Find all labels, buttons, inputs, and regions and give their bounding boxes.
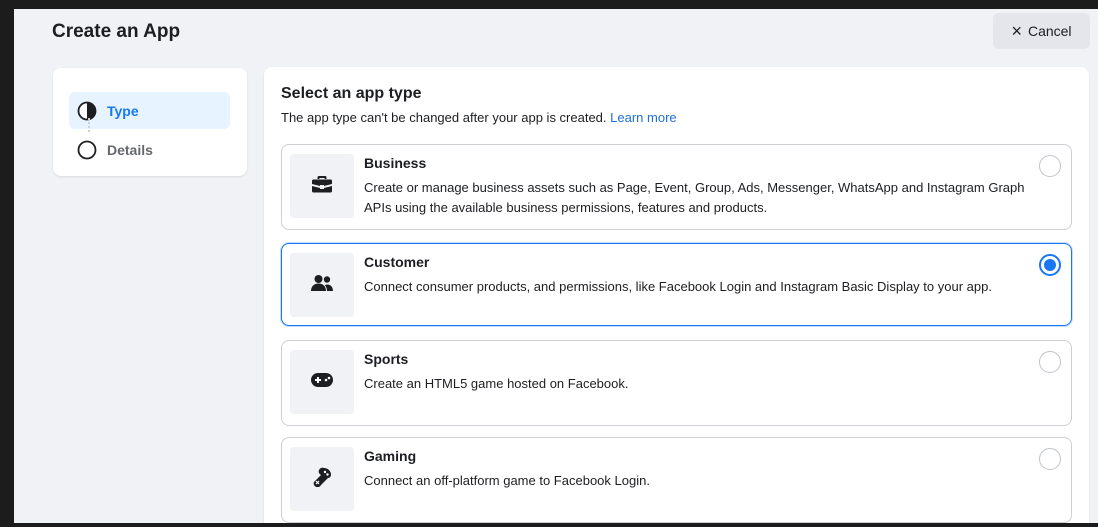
learn-more-link[interactable]: Learn more [610,110,676,125]
app-type-option-sports[interactable]: Sports Create an HTML5 game hosted on Fa… [281,340,1072,426]
dialog-header: Create an App × Cancel [14,9,1098,57]
option-icon-box [290,154,354,218]
gamepad-icon [311,372,333,392]
close-icon: × [1011,21,1022,41]
option-icon-box [290,350,354,414]
briefcase-icon [312,175,332,198]
option-radio[interactable] [1039,448,1061,470]
option-description: Create an HTML5 game hosted on Facebook. [364,376,629,391]
option-radio[interactable] [1039,351,1061,373]
option-radio[interactable] [1039,254,1061,276]
half-circle-icon [77,101,97,121]
step-type[interactable]: Type [69,92,230,129]
option-title: Sports [364,351,409,367]
option-icon-box [290,253,354,317]
option-radio[interactable] [1039,155,1061,177]
app-type-option-customer[interactable]: Customer Connect consumer products, and … [281,243,1072,326]
option-description: Connect an off-platform game to Facebook… [364,473,650,488]
section-heading: Select an app type [281,85,422,102]
cancel-button[interactable]: × Cancel [993,13,1090,49]
app-type-option-business[interactable]: Business Create or manage business asset… [281,144,1072,230]
step-details[interactable]: Details [69,131,230,168]
step-label: Type [107,102,139,119]
step-label: Details [107,141,153,158]
option-title: Business [364,155,427,171]
option-description: Connect consumer products, and permissio… [364,279,992,294]
create-app-dialog: Create an App × Cancel Type Details Sele… [14,9,1098,523]
option-icon-box [290,447,354,511]
option-title: Gaming [364,448,417,464]
people-icon [311,274,333,297]
option-description: Create or manage business assets such as… [364,180,1025,215]
empty-circle-icon [77,140,97,160]
cancel-button-label: Cancel [1027,23,1072,39]
subtitle-text: The app type can't be changed after your… [281,110,607,125]
steps-sidebar: Type Details [53,68,247,176]
app-type-option-gaming[interactable]: Gaming Connect an off-platform game to F… [281,437,1072,523]
step-connector [88,118,92,132]
dialog-title: Create an App [52,21,181,42]
joystick-icon [312,467,332,492]
option-title: Customer [364,254,430,270]
app-type-panel: Select an app type The app type can't be… [264,67,1089,523]
section-subtitle: The app type can't be changed after your… [281,110,677,125]
